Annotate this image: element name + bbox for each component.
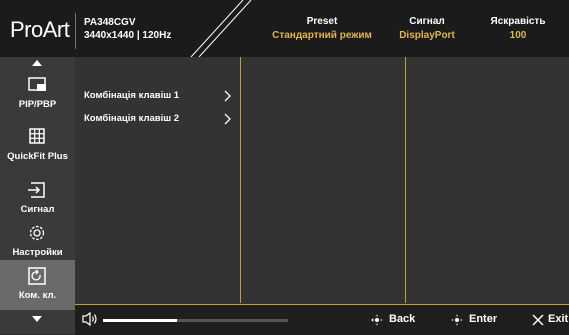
model-name: PA348CGV — [84, 17, 136, 28]
decorative-slashes — [190, 0, 252, 57]
sidebar-item-label: PIP/PBP — [18, 99, 57, 110]
back-label: Back — [389, 313, 416, 325]
menu-item-label: Комбінація клавіш 2 — [84, 113, 180, 124]
osd-header: ProArt PA348CGV 3440x1440 | 120Hz Preset… — [0, 0, 569, 57]
menu-panel-level-1: Комбінація клавіш 1 Комбінація клавіш 2 — [75, 57, 241, 303]
joystick-left-icon — [371, 314, 383, 326]
back-button[interactable]: Back — [369, 312, 421, 328]
enter-button[interactable]: Enter — [449, 312, 501, 328]
sidebar-item-label: Сигнал — [20, 204, 55, 215]
chevron-right-icon — [224, 90, 231, 102]
sidebar-item-pip-pbp[interactable]: PIP/PBP — [0, 69, 75, 119]
preset-status: Preset Стандартний режим — [257, 15, 387, 43]
brightness-label: Яскравість — [490, 16, 546, 27]
signal-label: Сигнал — [409, 16, 445, 27]
signal-status: Сигнал DisplayPort — [398, 15, 456, 43]
scroll-down-arrow-icon[interactable] — [0, 311, 75, 327]
menu-item-shortcut-1[interactable]: Комбінація клавіш 1 — [84, 86, 234, 106]
joystick-center-icon — [451, 314, 463, 326]
brightness-value: 100 — [509, 30, 527, 41]
sidebar-item-shortcut[interactable]: Ком. кл. — [0, 260, 75, 310]
volume-slider[interactable] — [103, 319, 288, 322]
sidebar-item-quickfit-plus[interactable]: QuickFit Plus — [0, 121, 75, 171]
exit-button[interactable]: Exit — [531, 312, 569, 328]
menu-panel-level-2 — [241, 57, 406, 303]
exit-label: Exit — [548, 313, 569, 325]
shortcut-icon — [28, 267, 46, 285]
close-icon — [532, 314, 544, 326]
menu-item-label: Комбінація клавіш 1 — [84, 90, 180, 101]
proart-logo: ProArt — [10, 17, 70, 42]
volume-icon — [82, 311, 97, 327]
volume-slider-fill — [103, 319, 177, 322]
sidebar-item-label: Настройки — [12, 247, 63, 258]
preset-label: Preset — [306, 16, 338, 27]
grid-icon — [29, 128, 45, 144]
model-info: PA348CGV 3440x1440 | 120Hz — [84, 16, 171, 42]
scroll-up-arrow-icon[interactable] — [0, 57, 75, 69]
menu-item-shortcut-2[interactable]: Комбінація клавіш 2 — [84, 109, 234, 129]
input-signal-icon — [28, 182, 45, 198]
brightness-status: Яскравість 100 — [470, 15, 566, 43]
osd-footer: Back Enter Exit — [75, 304, 569, 335]
chevron-right-icon — [224, 113, 231, 125]
osd-main: Комбінація клавіш 1 Комбінація клавіш 2 — [75, 57, 569, 304]
preset-value: Стандартний режим — [272, 30, 372, 41]
sidebar-item-label: QuickFit Plus — [7, 151, 68, 162]
pip-icon — [28, 77, 46, 91]
volume-slider-rest — [177, 319, 288, 322]
header-divider — [75, 13, 76, 49]
signal-value: DisplayPort — [399, 30, 455, 41]
osd-sidebar: PIP/PBP QuickFit Plus Сигнал Настройки К… — [0, 57, 75, 334]
sidebar-item-label: Ком. кл. — [18, 290, 57, 301]
menu-panel-level-3 — [406, 57, 569, 303]
gear-icon — [29, 225, 45, 241]
resolution-refresh: 3440x1440 | 120Hz — [84, 30, 172, 41]
enter-label: Enter — [469, 313, 498, 325]
